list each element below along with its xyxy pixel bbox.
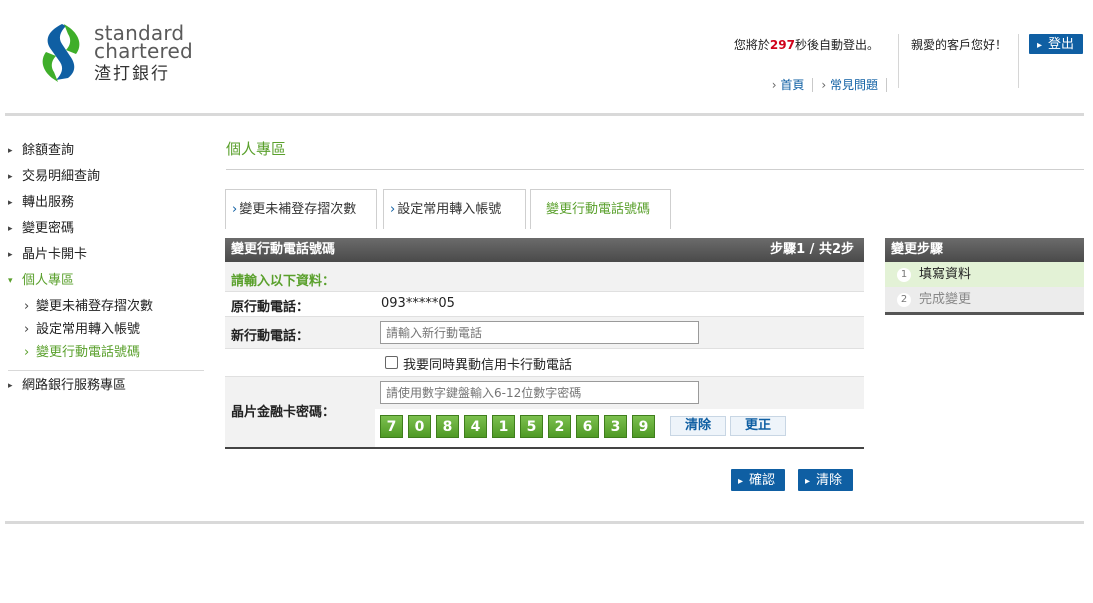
sidebar-nav: 餘額查詢 交易明細查詢 轉出服務 變更密碼 晶片卡開卡 個人專區 變更未補登存摺… (8, 140, 204, 401)
step-number: 2 (897, 293, 911, 307)
sidebar-item-service-zone[interactable]: 網路銀行服務專區 (8, 375, 204, 401)
instruction-text: 請輸入以下資料： (231, 274, 336, 289)
tab-label: 變更未補登存摺次數 (239, 202, 357, 217)
form-title: 變更行動電話號碼 (231, 242, 336, 257)
keypad-correct-button[interactable]: 更正 (730, 416, 786, 436)
logout-suffix: 秒後自動登出。 (794, 38, 879, 52)
step-number: 1 (897, 268, 911, 282)
logo-wordmark: standard chartered 渣打銀行 (94, 23, 193, 86)
page-title: 個人專區 (226, 140, 287, 158)
link-faq[interactable]: 常見問題 (813, 78, 887, 92)
steps-bottom-border (885, 312, 1084, 315)
new-phone-input[interactable] (380, 321, 699, 344)
pin-input[interactable] (380, 381, 699, 404)
old-phone-value: 093*****05 (381, 296, 455, 311)
header-right: 您將於297秒後自動登出。 親愛的客戶您好！ 登出 首頁常見問題 (703, 34, 1083, 92)
checkbox-row: 我要同時異動信用卡行動電話 (225, 349, 864, 377)
keypad-key[interactable]: 8 (436, 415, 459, 438)
sidebar-item-chip-card[interactable]: 晶片卡開卡 (8, 244, 204, 270)
tab-payee[interactable]: › 設定常用轉入帳號 (383, 189, 526, 229)
bank-logo[interactable]: standard chartered 渣打銀行 (40, 22, 210, 86)
tab-passbook[interactable]: › 變更未補登存摺次數 (225, 189, 377, 229)
new-phone-label: 新行動電話： (231, 329, 310, 344)
sidebar-item-change-password[interactable]: 變更密碼 (8, 218, 204, 244)
logo-text-chartered: chartered (94, 39, 193, 63)
step-indicator: 步驟1 / 共2步 (770, 242, 854, 257)
chevron-right-icon: › (390, 202, 396, 217)
sidebar-item-balance[interactable]: 餘額查詢 (8, 140, 204, 166)
sidebar-item-transactions[interactable]: 交易明細查詢 (8, 166, 204, 192)
update-credit-card-checkbox[interactable] (385, 356, 398, 369)
step-label: 填寫資料 (919, 267, 972, 282)
sidebar-item-transfer[interactable]: 轉出服務 (8, 192, 204, 218)
header-separator (1018, 34, 1019, 88)
steps-panel: 變更步驟 1 填寫資料 2 完成變更 (885, 238, 1084, 315)
logo-text-chinese: 渣打銀行 (94, 64, 170, 84)
sidebar-subitem-passbook[interactable]: 變更未補登存摺次數 (8, 296, 204, 319)
chevron-right-icon: › (232, 202, 238, 217)
keypad-area: 7 0 8 4 1 5 2 6 3 9 清除 更正 (375, 409, 864, 447)
confirm-button[interactable]: 確認 (731, 469, 785, 491)
keypad-clear-button[interactable]: 清除 (670, 416, 726, 436)
link-home[interactable]: 首頁 (763, 78, 814, 92)
standard-chartered-logo-icon (42, 24, 80, 82)
checkbox-label: 我要同時異動信用卡行動電話 (403, 358, 573, 373)
sidebar-subitem-payee[interactable]: 設定常用轉入帳號 (8, 319, 204, 342)
header-separator (898, 34, 899, 88)
old-phone-row: 原行動電話： 093*****05 (225, 292, 864, 317)
footer-divider (5, 521, 1084, 524)
step-item-pending: 2 完成變更 (885, 287, 1084, 312)
keypad-key[interactable]: 6 (576, 415, 599, 438)
sidebar-subitem-mobile[interactable]: 變更行動電話號碼 (8, 342, 204, 365)
logout-prefix: 您將於 (733, 38, 770, 52)
logout-button[interactable]: 登出 (1029, 34, 1083, 54)
keypad-key[interactable]: 0 (408, 415, 431, 438)
keypad-key[interactable]: 5 (520, 415, 543, 438)
form-bottom-border (225, 447, 864, 449)
old-phone-label: 原行動電話： (231, 300, 310, 315)
keypad-key[interactable]: 1 (492, 415, 515, 438)
keypad-key[interactable]: 7 (380, 415, 403, 438)
logout-seconds: 297 (769, 38, 795, 52)
auto-logout-notice: 您將於297秒後自動登出。 (734, 36, 879, 53)
pin-row: 晶片金融卡密碼： 7 0 8 4 1 5 2 6 3 9 清除 更正 (225, 377, 864, 447)
keypad-key[interactable]: 2 (548, 415, 571, 438)
keypad-key[interactable]: 3 (604, 415, 627, 438)
sidebar-item-personal[interactable]: 個人專區 (8, 270, 204, 296)
step-label: 完成變更 (919, 292, 972, 307)
tab-label: 變更行動電話號碼 (546, 202, 651, 217)
change-mobile-form: 變更行動電話號碼 步驟1 / 共2步 請輸入以下資料： 原行動電話： 093**… (225, 238, 864, 449)
clear-button[interactable]: 清除 (798, 469, 853, 491)
instruction-row: 請輸入以下資料： (225, 262, 864, 292)
tab-mobile[interactable]: 變更行動電話號碼 (530, 189, 671, 229)
header-divider (5, 113, 1084, 116)
top-links: 首頁常見問題 (763, 76, 887, 93)
pin-label: 晶片金融卡密碼： (231, 405, 336, 420)
keypad-key[interactable]: 4 (464, 415, 487, 438)
form-header: 變更行動電話號碼 步驟1 / 共2步 (225, 238, 864, 262)
title-divider (226, 169, 1084, 170)
sidebar-divider (8, 370, 204, 371)
keypad-key[interactable]: 9 (632, 415, 655, 438)
greeting-text: 親愛的客戶您好！ (910, 38, 1007, 52)
new-phone-row: 新行動電話： (225, 317, 864, 349)
tab-label: 設定常用轉入帳號 (397, 202, 502, 217)
step-item-current: 1 填寫資料 (885, 262, 1084, 287)
steps-title: 變更步驟 (885, 238, 1084, 262)
